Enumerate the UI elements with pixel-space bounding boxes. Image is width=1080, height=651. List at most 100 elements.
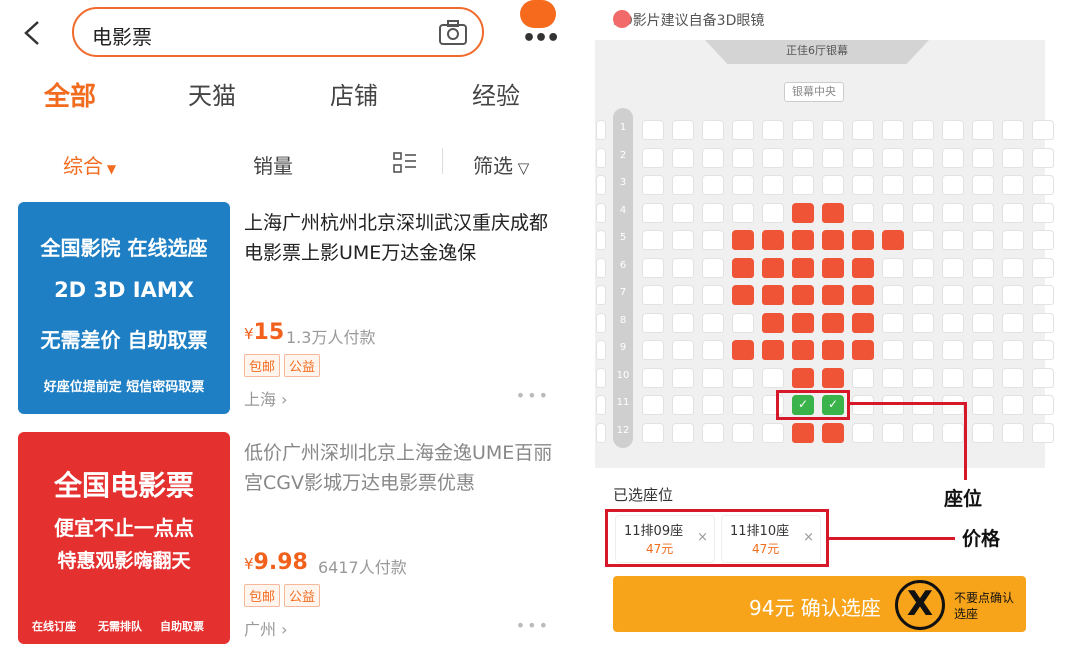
seat[interactable] <box>912 367 934 388</box>
seat[interactable] <box>1002 285 1024 305</box>
seat[interactable] <box>792 175 814 195</box>
seat[interactable] <box>642 312 664 333</box>
seat[interactable] <box>882 202 904 223</box>
seat[interactable] <box>972 257 994 278</box>
seat[interactable] <box>642 422 664 443</box>
seat[interactable] <box>702 175 724 195</box>
seat[interactable] <box>1002 202 1024 223</box>
seat[interactable] <box>702 312 724 333</box>
seat[interactable] <box>732 120 754 140</box>
seat[interactable] <box>762 422 784 443</box>
seat[interactable] <box>822 202 844 223</box>
seat[interactable] <box>1002 257 1024 278</box>
seat[interactable] <box>942 202 964 223</box>
seat[interactable] <box>942 312 964 333</box>
seat[interactable] <box>732 175 754 195</box>
seat[interactable] <box>1032 395 1054 415</box>
seat[interactable] <box>702 202 724 223</box>
seat[interactable] <box>762 312 784 333</box>
remove-icon[interactable]: × <box>697 530 708 545</box>
seat[interactable] <box>882 230 904 250</box>
seat[interactable] <box>942 340 964 360</box>
seat[interactable] <box>642 340 664 360</box>
seat[interactable] <box>1032 257 1054 278</box>
seat[interactable] <box>972 202 994 223</box>
seat[interactable] <box>882 120 904 140</box>
seat[interactable] <box>792 147 814 168</box>
seat[interactable] <box>596 120 606 140</box>
more-icon[interactable]: ••• <box>516 386 550 405</box>
seat[interactable] <box>596 367 606 388</box>
seat[interactable] <box>702 147 724 168</box>
seat[interactable] <box>882 147 904 168</box>
seat[interactable] <box>702 230 724 250</box>
seat[interactable] <box>972 422 994 443</box>
remove-icon[interactable]: × <box>803 530 814 545</box>
seat[interactable] <box>792 312 814 333</box>
seat[interactable] <box>852 202 874 223</box>
seat[interactable] <box>882 285 904 305</box>
seat[interactable] <box>1002 230 1024 250</box>
seat[interactable] <box>972 230 994 250</box>
seat[interactable] <box>762 340 784 360</box>
seat[interactable] <box>852 395 874 415</box>
seat[interactable] <box>702 367 724 388</box>
seat[interactable] <box>822 340 844 360</box>
selected-seat-chip[interactable]: 11排10座 47元 × <box>721 515 821 563</box>
seat[interactable] <box>822 257 844 278</box>
seat[interactable] <box>672 312 694 333</box>
seat[interactable] <box>972 340 994 360</box>
seat[interactable] <box>1032 147 1054 168</box>
seat[interactable] <box>672 147 694 168</box>
seat[interactable] <box>942 285 964 305</box>
seat[interactable] <box>702 340 724 360</box>
seat[interactable] <box>882 422 904 443</box>
seat[interactable] <box>912 147 934 168</box>
sort-comprehensive[interactable]: 综合 ▼ <box>63 150 116 179</box>
seat[interactable] <box>672 367 694 388</box>
selected-seat-chip[interactable]: 11排09座 47元 × <box>615 515 715 563</box>
seat[interactable] <box>792 202 814 223</box>
seat[interactable] <box>642 230 664 250</box>
seat[interactable] <box>672 395 694 415</box>
seat[interactable] <box>912 312 934 333</box>
seat[interactable] <box>762 257 784 278</box>
seat[interactable] <box>732 422 754 443</box>
seat[interactable] <box>596 340 606 360</box>
seat[interactable] <box>642 147 664 168</box>
seat[interactable] <box>972 285 994 305</box>
seat[interactable] <box>972 175 994 195</box>
seat[interactable] <box>596 312 606 333</box>
seat[interactable] <box>1002 120 1024 140</box>
back-icon[interactable] <box>18 18 48 48</box>
seat[interactable] <box>852 340 874 360</box>
seat[interactable] <box>822 120 844 140</box>
product-title[interactable]: 低价广州深圳北京上海金逸UME百丽宫CGV影城万达电影票优惠 <box>244 438 554 498</box>
seat[interactable] <box>672 175 694 195</box>
seat[interactable] <box>596 175 606 195</box>
seat[interactable] <box>912 230 934 250</box>
seat[interactable] <box>882 312 904 333</box>
filter-button[interactable]: 筛选 ▽ <box>473 150 529 179</box>
seat[interactable] <box>762 147 784 168</box>
seat[interactable] <box>762 120 784 140</box>
seat[interactable] <box>596 202 606 223</box>
seat[interactable] <box>596 257 606 278</box>
seat[interactable] <box>852 175 874 195</box>
seat[interactable] <box>762 202 784 223</box>
seat[interactable] <box>882 257 904 278</box>
seat[interactable] <box>762 230 784 250</box>
seat[interactable] <box>1002 367 1024 388</box>
seat[interactable] <box>912 175 934 195</box>
sort-sales[interactable]: 销量 <box>253 150 293 179</box>
tab-shops[interactable]: 店铺 <box>330 76 378 111</box>
more-menu-button[interactable]: ••• <box>518 0 560 51</box>
seat[interactable] <box>822 367 844 388</box>
seat[interactable] <box>642 285 664 305</box>
location[interactable]: 广州 › <box>244 616 288 640</box>
seat[interactable] <box>972 367 994 388</box>
seat[interactable] <box>972 120 994 140</box>
seat[interactable] <box>642 202 664 223</box>
seat[interactable] <box>912 340 934 360</box>
seat[interactable] <box>1032 422 1054 443</box>
